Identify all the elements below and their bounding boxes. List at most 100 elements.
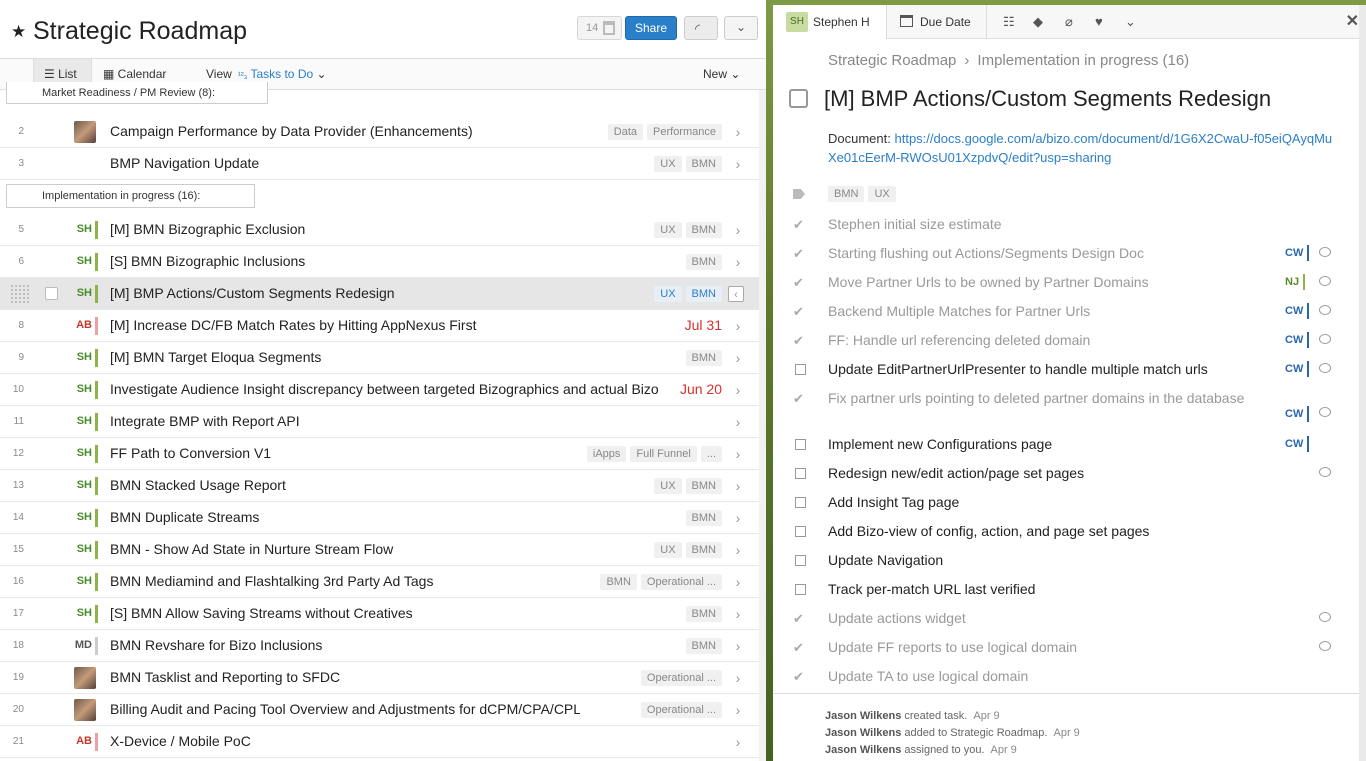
task-name[interactable]: Billing Audit and Pacing Tool Overview a… bbox=[110, 694, 580, 725]
task-row[interactable]: 20 Billing Audit and Pacing Tool Overview… bbox=[0, 694, 766, 726]
subtask-name[interactable]: Update EditPartnerUrlPresenter to handle… bbox=[828, 355, 1208, 384]
tag[interactable]: Operational ... bbox=[640, 574, 722, 590]
comment-icon[interactable] bbox=[1319, 363, 1331, 373]
avatar[interactable] bbox=[74, 667, 96, 689]
task-checkbox[interactable] bbox=[45, 287, 58, 300]
task-name[interactable]: [M] BMN Bizographic Exclusion bbox=[110, 214, 580, 245]
tag[interactable]: BMN bbox=[685, 606, 722, 622]
assignee-initials[interactable]: SH bbox=[66, 342, 92, 373]
task-row[interactable]: 21 AB X-Device / Mobile PoC › bbox=[0, 726, 766, 758]
chevron-right-icon[interactable]: › bbox=[732, 670, 744, 686]
chevron-right-icon[interactable]: › bbox=[732, 446, 744, 462]
assignee-initials[interactable]: SH bbox=[66, 438, 92, 469]
tag[interactable]: Operational ... bbox=[640, 670, 722, 686]
task-row[interactable]: 17 SH [S] BMN Allow Saving Streams without… bbox=[0, 598, 766, 630]
comment-icon[interactable] bbox=[1319, 276, 1331, 286]
subtask-assignee[interactable]: CW bbox=[1285, 361, 1310, 377]
chevron-right-icon[interactable]: › bbox=[732, 542, 744, 558]
checkmark-icon[interactable]: ✔ bbox=[793, 633, 804, 662]
scrollbar[interactable] bbox=[759, 90, 766, 761]
task-name[interactable]: BMP Navigation Update bbox=[110, 148, 580, 179]
comment-icon[interactable] bbox=[1319, 407, 1331, 417]
chevron-right-icon[interactable]: › bbox=[732, 574, 744, 590]
subtask-checkbox[interactable] bbox=[795, 555, 806, 566]
tag[interactable]: ... bbox=[700, 446, 722, 462]
section-header[interactable]: Implementation in progress (16): bbox=[0, 184, 766, 214]
avatar[interactable] bbox=[74, 121, 96, 143]
subtask-row[interactable]: Track per-match URL last verified bbox=[773, 575, 1359, 604]
due-date[interactable]: Jul 31 bbox=[685, 310, 722, 341]
task-name[interactable]: Campaign Performance by Data Provider (E… bbox=[110, 116, 580, 147]
subtask-row[interactable]: Update Navigation bbox=[773, 546, 1359, 575]
section-header[interactable]: Market Readiness / PM Review (8): bbox=[0, 82, 766, 116]
tag[interactable]: BMN bbox=[600, 574, 637, 590]
due-date-button[interactable]: Due Date bbox=[887, 5, 987, 39]
project-menu-button[interactable]: ⌄ bbox=[724, 16, 758, 40]
checkmark-icon[interactable]: ✔ bbox=[793, 268, 804, 297]
subtask-checkbox[interactable] bbox=[795, 497, 806, 508]
checkmark-icon[interactable]: ✔ bbox=[793, 326, 804, 355]
subtask-name[interactable]: Add Insight Tag page bbox=[828, 488, 959, 517]
task-row[interactable]: 15 SH BMN - Show Ad State in Nurture Strea… bbox=[0, 534, 766, 566]
tag[interactable]: UX bbox=[868, 186, 896, 202]
task-row[interactable]: 14 SH BMN Duplicate Streams BMN › bbox=[0, 502, 766, 534]
task-name[interactable]: [M] BMN Target Eloqua Segments bbox=[110, 342, 580, 373]
tag[interactable]: BMN bbox=[828, 186, 865, 202]
tag[interactable]: BMN bbox=[685, 286, 722, 302]
subtask-name[interactable]: Update actions widget bbox=[828, 604, 966, 633]
tag[interactable]: BMN bbox=[685, 478, 722, 494]
assignee-initials[interactable]: SH bbox=[66, 406, 92, 437]
subtask-name[interactable]: Fix partner urls pointing to deleted par… bbox=[828, 384, 1244, 413]
subtask-row[interactable]: ✔ Update actions widget bbox=[773, 604, 1359, 633]
assignee-initials[interactable]: SH bbox=[66, 502, 92, 533]
subtask-row[interactable]: ✔ Update FF reports to use logical domain bbox=[773, 633, 1359, 662]
activity-author[interactable]: Jason Wilkens bbox=[825, 710, 901, 722]
tag[interactable]: iApps bbox=[586, 446, 627, 462]
subtask-name[interactable]: Implement new Configurations page bbox=[828, 430, 1052, 459]
tag[interactable]: UX bbox=[654, 286, 682, 302]
subtask-row[interactable]: Add Bizo-view of config, action, and pag… bbox=[773, 517, 1359, 546]
subtask-assignee[interactable]: NJ bbox=[1285, 274, 1306, 290]
subtask-name[interactable]: Stephen initial size estimate bbox=[828, 210, 1002, 239]
subtask-row[interactable]: ✔ FF: Handle url referencing deleted doma… bbox=[773, 326, 1359, 355]
document-link[interactable]: https://docs.google.com/a/bizo.com/docum… bbox=[828, 131, 1332, 165]
checkmark-icon[interactable]: ✔ bbox=[793, 297, 804, 326]
tag[interactable]: Full Funnel bbox=[630, 446, 697, 462]
chevron-right-icon[interactable]: › bbox=[732, 318, 744, 334]
task-description[interactable]: Document: https://docs.google.com/a/bizo… bbox=[828, 129, 1338, 167]
chevron-right-icon[interactable]: › bbox=[732, 606, 744, 622]
attachment-icon[interactable]: ⌀ bbox=[1065, 5, 1073, 39]
star-icon[interactable]: ★ bbox=[11, 22, 26, 42]
subtask-name[interactable]: Update Navigation bbox=[828, 546, 943, 575]
task-row[interactable]: 11 SH Integrate BMP with Report API › bbox=[0, 406, 766, 438]
task-name[interactable]: FF Path to Conversion V1 bbox=[110, 438, 580, 469]
tag[interactable]: BMN bbox=[685, 156, 722, 172]
assignee-initials[interactable]: SH bbox=[66, 534, 92, 565]
task-row[interactable]: 8 AB [M] Increase DC/FB Match Rates by Hit… bbox=[0, 310, 766, 342]
task-row[interactable]: 3 BMP Navigation Update UX BMN › bbox=[0, 148, 766, 180]
chevron-right-icon[interactable]: › bbox=[732, 414, 744, 430]
subtask-row[interactable]: ✔ Fix partner urls pointing to deleted pa… bbox=[773, 384, 1359, 430]
task-row[interactable]: 19 BMN Tasklist and Reporting to SFDC Oper… bbox=[0, 662, 766, 694]
subtask-name[interactable]: FF: Handle url referencing deleted domai… bbox=[828, 326, 1090, 355]
chevron-down-icon[interactable]: ⌄ bbox=[1125, 5, 1136, 39]
task-row[interactable]: SH [M] BMP Actions/Custom Segments Redesi… bbox=[0, 278, 766, 310]
tag[interactable]: BMN bbox=[685, 542, 722, 558]
task-row[interactable]: 18 MD BMN Revshare for Bizo Inclusions BMN › bbox=[0, 630, 766, 662]
tag[interactable]: UX bbox=[654, 542, 682, 558]
tag[interactable]: Operational ... bbox=[640, 702, 722, 718]
task-row[interactable]: 16 SH BMN Mediamind and Flashtalking 3rd P… bbox=[0, 566, 766, 598]
comment-icon[interactable] bbox=[1319, 641, 1331, 651]
subtask-checkbox[interactable] bbox=[795, 468, 806, 479]
chevron-right-icon[interactable]: › bbox=[732, 382, 744, 398]
tag[interactable]: BMN bbox=[685, 510, 722, 526]
comment-icon[interactable] bbox=[1319, 334, 1331, 344]
task-name[interactable]: BMN Duplicate Streams bbox=[110, 502, 580, 533]
subtask-row[interactable]: ✔ Update TA to use logical domain bbox=[773, 662, 1359, 691]
tag[interactable]: UX bbox=[654, 222, 682, 238]
task-name[interactable]: [M] BMP Actions/Custom Segments Redesign bbox=[110, 278, 580, 309]
subtask-name[interactable]: Redesign new/edit action/page set pages bbox=[828, 459, 1084, 488]
task-name[interactable]: BMN - Show Ad State in Nurture Stream Fl… bbox=[110, 534, 580, 565]
assignee-initials[interactable]: AB bbox=[66, 310, 92, 341]
drag-handle-icon[interactable] bbox=[10, 284, 30, 304]
